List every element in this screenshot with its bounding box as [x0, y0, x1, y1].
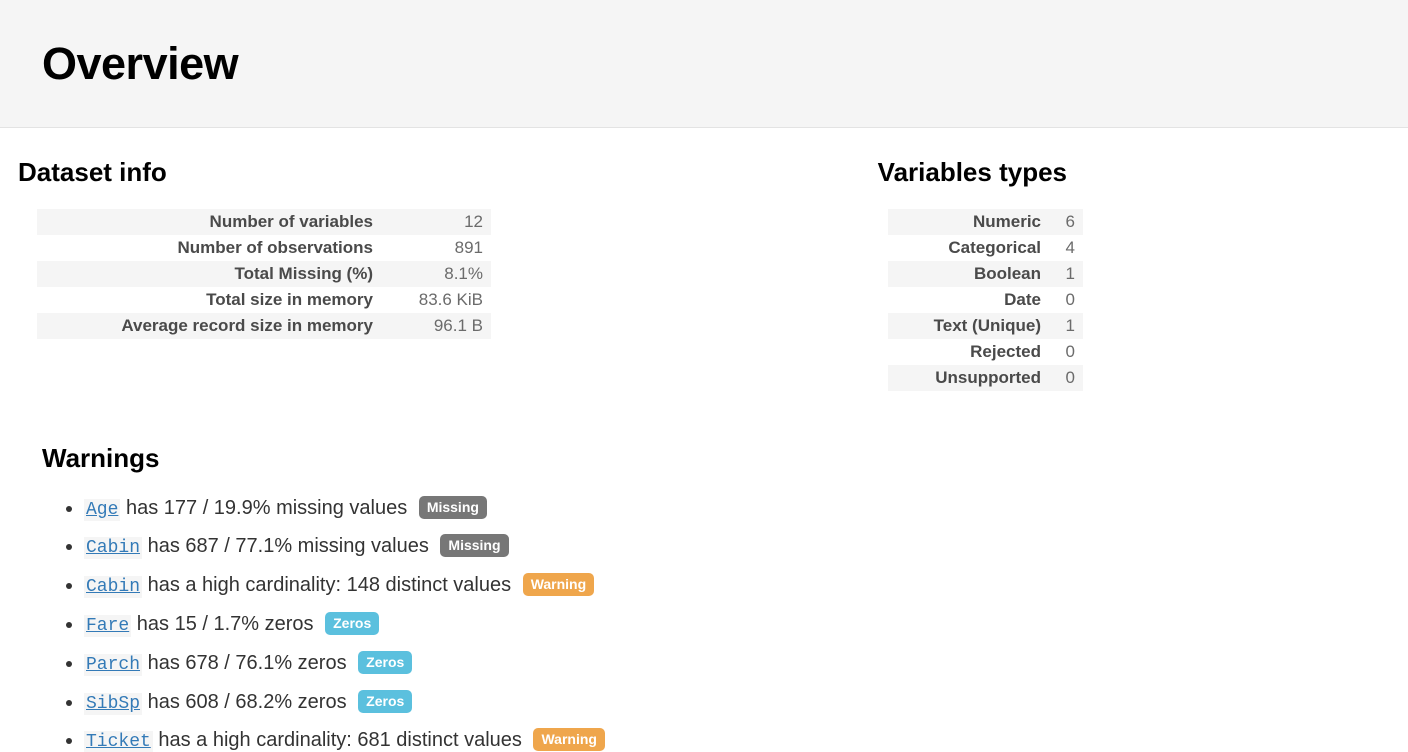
page-header: Overview [0, 0, 1408, 128]
variable-link[interactable]: Fare [84, 615, 131, 637]
dataset-info-heading: Dataset info [18, 158, 704, 187]
stat-label: Boolean [888, 261, 1049, 287]
table-row: Rejected 0 [888, 339, 1083, 365]
table-row: Average record size in memory 96.1 B [37, 313, 491, 339]
stat-label: Rejected [888, 339, 1049, 365]
list-item: Parch has 678 / 76.1% zeros Zeros [84, 651, 1408, 676]
table-row: Number of observations 891 [37, 235, 491, 261]
stat-value: 96.1 B [381, 313, 491, 339]
stat-label: Number of variables [37, 209, 381, 235]
variables-types-heading: Variables types [878, 158, 1083, 187]
status-badge: Missing [440, 534, 508, 557]
table-row: Total size in memory 83.6 KiB [37, 287, 491, 313]
status-badge: Warning [523, 573, 594, 596]
stat-value: 0 [1049, 287, 1083, 313]
stat-value: 891 [381, 235, 491, 261]
table-row: Categorical 4 [888, 235, 1083, 261]
status-badge: Zeros [358, 690, 412, 713]
warnings-heading: Warnings [42, 443, 1408, 474]
stat-value: 0 [1049, 365, 1083, 391]
warning-text: has 687 / 77.1% missing values [148, 535, 429, 557]
warnings-section: Warnings Age has 177 / 19.9% missing val… [0, 391, 1408, 752]
stat-label: Number of observations [37, 235, 381, 261]
page-title: Overview [42, 41, 238, 86]
warnings-list: Age has 177 / 19.9% missing values Missi… [42, 496, 1408, 752]
list-item: Cabin has a high cardinality: 148 distin… [84, 573, 1408, 598]
table-row: Boolean 1 [888, 261, 1083, 287]
stat-label: Text (Unique) [888, 313, 1049, 339]
table-row: Unsupported 0 [888, 365, 1083, 391]
table-row: Date 0 [888, 287, 1083, 313]
stat-label: Average record size in memory [37, 313, 381, 339]
warning-text: has 177 / 19.9% missing values [126, 497, 407, 519]
stat-label: Categorical [888, 235, 1049, 261]
dataset-info-table: Number of variables 12 Number of observa… [37, 209, 491, 339]
stat-value: 1 [1049, 313, 1083, 339]
list-item: SibSp has 608 / 68.2% zeros Zeros [84, 690, 1408, 715]
variables-types-table: Numeric 6 Categorical 4 Boolean 1 Date [888, 209, 1083, 391]
variable-link[interactable]: Ticket [84, 731, 153, 752]
status-badge: Zeros [358, 651, 412, 674]
warning-text: has 608 / 68.2% zeros [148, 691, 347, 713]
table-row: Number of variables 12 [37, 209, 491, 235]
stat-label: Unsupported [888, 365, 1049, 391]
warning-text: has 15 / 1.7% zeros [137, 613, 314, 635]
status-badge: Zeros [325, 612, 379, 635]
status-badge: Missing [419, 496, 487, 519]
variable-link[interactable]: Cabin [84, 537, 142, 559]
dataset-info-section: Dataset info Number of variables 12 Numb… [0, 158, 704, 391]
list-item: Cabin has 687 / 77.1% missing values Mis… [84, 534, 1408, 559]
variable-link[interactable]: Cabin [84, 576, 142, 598]
table-row: Total Missing (%) 8.1% [37, 261, 491, 287]
stat-value: 6 [1049, 209, 1083, 235]
stat-value: 83.6 KiB [381, 287, 491, 313]
status-badge: Warning [533, 728, 604, 751]
stat-label: Numeric [888, 209, 1049, 235]
warning-text: has 678 / 76.1% zeros [148, 652, 347, 674]
stat-value: 1 [1049, 261, 1083, 287]
list-item: Age has 177 / 19.9% missing values Missi… [84, 496, 1408, 521]
dataset-info-table-body: Number of variables 12 Number of observa… [37, 209, 491, 339]
variable-link[interactable]: Parch [84, 654, 142, 676]
variables-types-section: Variables types Numeric 6 Categorical 4 … [704, 158, 1408, 391]
variable-link[interactable]: SibSp [84, 693, 142, 715]
table-row: Numeric 6 [888, 209, 1083, 235]
warning-text: has a high cardinality: 681 distinct val… [158, 729, 522, 751]
main-content: Dataset info Number of variables 12 Numb… [0, 128, 1408, 752]
table-row: Text (Unique) 1 [888, 313, 1083, 339]
list-item: Fare has 15 / 1.7% zeros Zeros [84, 612, 1408, 637]
list-item: Ticket has a high cardinality: 681 disti… [84, 728, 1408, 752]
variable-link[interactable]: Age [84, 499, 120, 521]
stat-label: Total size in memory [37, 287, 381, 313]
warning-text: has a high cardinality: 148 distinct val… [148, 574, 512, 596]
stat-value: 4 [1049, 235, 1083, 261]
stat-label: Total Missing (%) [37, 261, 381, 287]
stat-value: 8.1% [381, 261, 491, 287]
variables-types-wrap: Variables types Numeric 6 Categorical 4 … [722, 158, 1408, 391]
stat-value: 0 [1049, 339, 1083, 365]
stat-value: 12 [381, 209, 491, 235]
stat-label: Date [888, 287, 1049, 313]
variables-types-table-body: Numeric 6 Categorical 4 Boolean 1 Date [888, 209, 1083, 391]
summary-columns: Dataset info Number of variables 12 Numb… [0, 128, 1408, 391]
